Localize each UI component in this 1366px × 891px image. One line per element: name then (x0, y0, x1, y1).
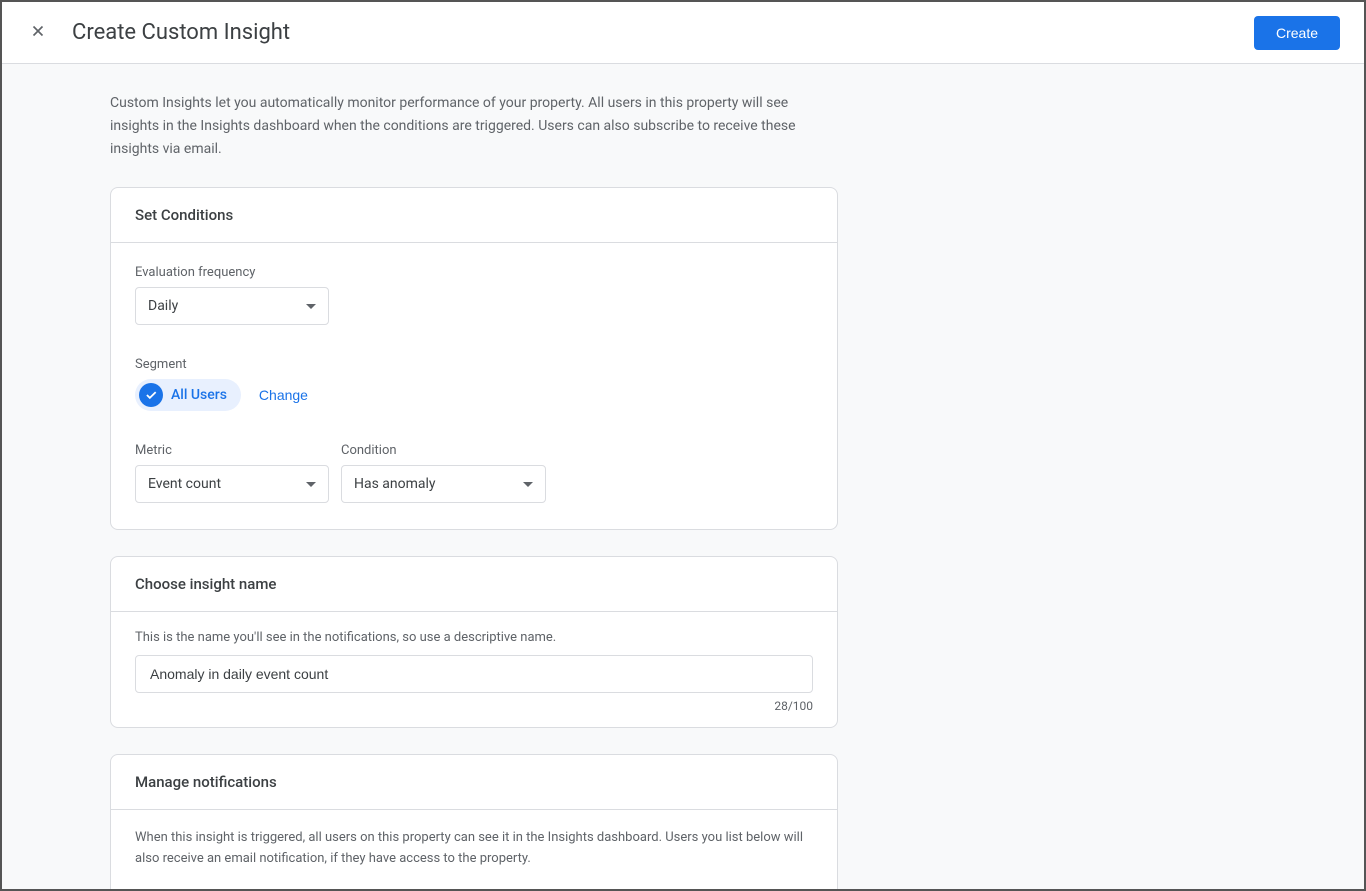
card-title-conditions: Set Conditions (135, 206, 813, 224)
close-icon (29, 22, 47, 44)
content-area: Custom Insights let you automatically mo… (2, 64, 1364, 889)
char-counter: 28/100 (135, 699, 813, 713)
manage-notifications-card: Manage notifications When this insight i… (110, 754, 838, 889)
condition-select[interactable]: Has anomaly (341, 465, 546, 503)
metric-select[interactable]: Event count (135, 465, 329, 503)
card-title-notifications: Manage notifications (135, 773, 813, 791)
close-button[interactable] (26, 21, 50, 45)
frequency-label: Evaluation frequency (135, 265, 813, 280)
metric-value: Event count (148, 476, 221, 492)
card-title-name: Choose insight name (135, 575, 813, 593)
segment-chip[interactable]: All Users (135, 379, 241, 411)
header: Create Custom Insight Create (2, 2, 1364, 64)
segment-label: Segment (135, 357, 813, 372)
check-icon (139, 383, 163, 407)
frequency-value: Daily (148, 298, 178, 314)
set-conditions-card: Set Conditions Evaluation frequency Dail… (110, 187, 838, 530)
segment-chip-label: All Users (171, 387, 227, 403)
page-title: Create Custom Insight (72, 20, 1254, 45)
frequency-select[interactable]: Daily (135, 287, 329, 325)
chevron-down-icon (306, 482, 316, 487)
chevron-down-icon (523, 482, 533, 487)
name-help-text: This is the name you'll see in the notif… (135, 630, 813, 645)
change-segment-button[interactable]: Change (259, 387, 308, 403)
metric-label: Metric (135, 443, 329, 458)
condition-label: Condition (341, 443, 546, 458)
create-button[interactable]: Create (1254, 16, 1340, 50)
notifications-description: When this insight is triggered, all user… (135, 828, 813, 870)
condition-value: Has anomaly (354, 476, 436, 492)
insight-name-input[interactable] (135, 655, 813, 693)
choose-name-card: Choose insight name This is the name you… (110, 556, 838, 728)
intro-text: Custom Insights let you automatically mo… (110, 92, 830, 161)
chevron-down-icon (306, 304, 316, 309)
